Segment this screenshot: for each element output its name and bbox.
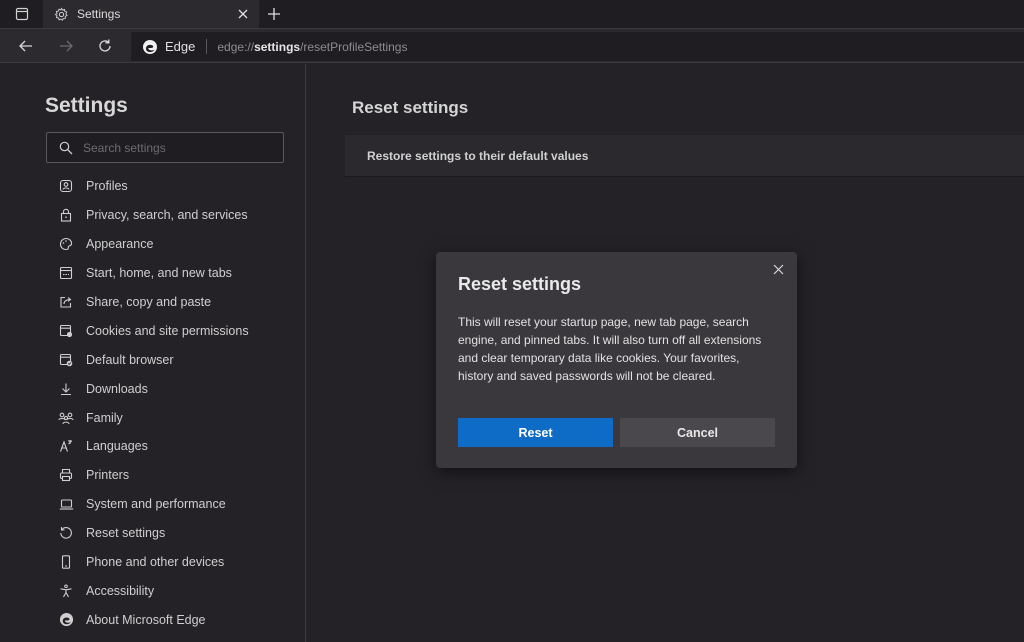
url-text: edge://settings/resetProfileSettings (217, 40, 407, 54)
dialog-close-button[interactable] (769, 260, 787, 278)
forward-button[interactable] (54, 34, 78, 58)
edge-logo-icon (58, 612, 74, 628)
search-settings-input[interactable] (83, 140, 273, 155)
sidebar-item-system[interactable]: System and performance (46, 490, 296, 519)
sidebar-item-label: Downloads (86, 381, 148, 396)
sidebar-item-about[interactable]: About Microsoft Edge (46, 605, 296, 634)
start-page-icon (58, 265, 74, 281)
new-tab-button[interactable] (264, 4, 284, 24)
gear-icon (53, 6, 69, 22)
accessibility-icon (58, 583, 74, 599)
profile-icon (58, 178, 74, 194)
refresh-icon (99, 39, 111, 52)
sidebar-item-label: About Microsoft Edge (86, 612, 206, 627)
sidebar-item-label: Appearance (86, 237, 154, 252)
sidebar-item-label: Start, home, and new tabs (86, 266, 232, 281)
settings-sidebar: Settings Profiles Privacy, search, and s… (0, 64, 306, 642)
close-tab-button[interactable] (235, 6, 251, 22)
close-icon (773, 264, 783, 274)
search-box[interactable] (46, 132, 284, 163)
sidebar-item-downloads[interactable]: Downloads (46, 374, 296, 403)
sidebar-item-label: Privacy, search, and services (86, 208, 248, 223)
languages-icon (58, 438, 74, 454)
url-path: /resetProfileSettings (300, 39, 408, 54)
default-browser-icon (58, 352, 74, 368)
sidebar-item-label: Default browser (86, 352, 174, 367)
sidebar-item-label: Family (86, 410, 123, 425)
laptop-icon (58, 496, 74, 512)
sidebar-item-label: Reset settings (86, 526, 166, 541)
sidebar-item-family[interactable]: Family (46, 403, 296, 432)
browser-tab[interactable]: Settings (43, 0, 259, 28)
edge-logo-icon (143, 39, 157, 54)
sidebar-item-label: Printers (86, 468, 130, 483)
site-identity-label: Edge (165, 39, 196, 54)
phone-icon (58, 554, 74, 570)
url-host: settings (254, 39, 301, 54)
address-bar[interactable]: Edge edge://settings/resetProfileSetting… (131, 32, 1024, 61)
palette-icon (58, 236, 74, 252)
cancel-button[interactable]: Cancel (620, 418, 775, 447)
toolbar: Edge edge://settings/resetProfileSetting… (0, 28, 1024, 63)
restore-defaults-label: Restore settings to their default values (367, 148, 589, 163)
forward-arrow-icon (60, 40, 73, 52)
family-icon (58, 410, 74, 426)
address-separator (206, 39, 208, 54)
url-prefix: edge:// (217, 39, 255, 54)
tab-actions-icon (15, 7, 28, 21)
sidebar-item-accessibility[interactable]: Accessibility (46, 576, 296, 605)
share-icon (58, 294, 74, 310)
sidebar-item-privacy[interactable]: Privacy, search, and services (46, 201, 296, 230)
sidebar-item-start-home[interactable]: Start, home, and new tabs (46, 259, 296, 288)
close-icon (238, 9, 248, 19)
search-icon (59, 141, 73, 154)
refresh-button[interactable] (93, 34, 117, 58)
tab-title: Settings (77, 7, 121, 21)
sidebar-item-label: Share, copy and paste (86, 295, 212, 309)
sidebar-item-label: Profiles (86, 179, 128, 194)
plus-icon (268, 8, 280, 20)
sidebar-item-phone[interactable]: Phone and other devices (46, 548, 296, 577)
reset-button[interactable]: Reset (458, 418, 613, 447)
sidebar-item-default-browser[interactable]: Default browser (46, 345, 296, 374)
sidebar-item-label: Phone and other devices (86, 555, 225, 570)
sidebar-nav: Profiles Privacy, search, and services A… (46, 172, 296, 634)
title-bar: Settings (0, 0, 1024, 28)
sidebar-item-label: Languages (86, 439, 148, 454)
sidebar-item-languages[interactable]: Languages (46, 432, 296, 461)
dialog-body: This will reset your startup page, new t… (458, 315, 762, 383)
sidebar-item-cookies[interactable]: Cookies and site permissions (46, 316, 296, 345)
sidebar-item-reset-settings[interactable]: Reset settings (46, 519, 296, 548)
reset-settings-dialog: Reset settings This will reset your star… (436, 252, 797, 468)
reset-icon (58, 525, 74, 541)
sidebar-item-label: System and performance (86, 497, 226, 512)
page-title: Reset settings (352, 98, 469, 117)
sidebar-item-share[interactable]: Share, copy and paste (46, 288, 296, 317)
restore-defaults-card[interactable]: Restore settings to their default values (345, 134, 1024, 177)
download-icon (58, 381, 74, 397)
sidebar-item-label: Cookies and site permissions (86, 323, 249, 338)
tab-actions-button[interactable] (0, 0, 43, 28)
dialog-title: Reset settings (458, 274, 582, 294)
back-arrow-icon (19, 40, 32, 52)
printer-icon (58, 467, 74, 483)
cookies-icon (58, 323, 74, 339)
lock-icon (58, 207, 74, 223)
back-button[interactable] (14, 34, 38, 58)
sidebar-item-appearance[interactable]: Appearance (46, 230, 296, 259)
sidebar-item-profiles[interactable]: Profiles (46, 172, 296, 201)
sidebar-item-label: Accessibility (86, 583, 155, 598)
sidebar-title: Settings (45, 94, 128, 117)
sidebar-item-printers[interactable]: Printers (46, 461, 296, 490)
